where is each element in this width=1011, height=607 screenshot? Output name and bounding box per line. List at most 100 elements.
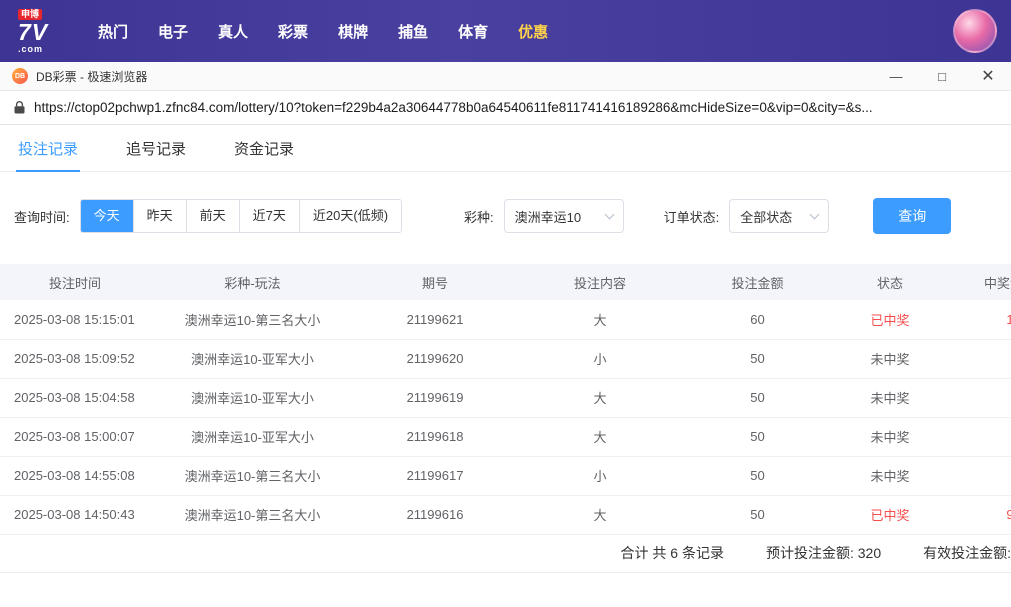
minimize-icon[interactable]: — — [873, 62, 919, 90]
browser-title-bar: DB DB彩票 - 极速浏览器 — □ ✕ — [0, 62, 1011, 91]
bet-content-cell: 小 — [515, 456, 685, 496]
nav-item-lottery[interactable]: 彩票 — [278, 21, 308, 42]
nav-item-hot[interactable]: 热门 — [98, 21, 128, 42]
time-option-daybefore[interactable]: 前天 — [185, 200, 239, 232]
top-nav-bar: 申博 7V .com 热门 电子 真人 彩票 棋牌 捕鱼 体育 优惠 — [0, 0, 1011, 62]
game-type-cell: 澳洲幸运10-亚军大小 — [150, 417, 355, 457]
filter-bar: 查询时间: 今天 昨天 前天 近7天 近20天(低频) 彩种: 澳洲幸运10 订… — [0, 172, 1011, 264]
main-nav: 热门 电子 真人 彩票 棋牌 捕鱼 体育 优惠 — [98, 21, 548, 42]
time-option-7days[interactable]: 近7天 — [238, 200, 299, 232]
bet-amount-cell: 50 — [685, 378, 830, 418]
col-header-win-amount: 中奖金额 — [950, 264, 1011, 300]
lottery-select-label: 彩种: — [464, 209, 494, 225]
tab-fund-records[interactable]: 资金记录 — [232, 125, 296, 171]
time-filter-group: 今天 昨天 前天 近7天 近20天(低频) — [79, 199, 403, 233]
game-type-cell: 澳洲幸运10-第三名大小 — [150, 456, 355, 496]
status-cell: 未中奖 — [830, 456, 950, 496]
expected-amount-text: 预计投注金额: 320 — [766, 543, 881, 563]
bet-content-cell: 大 — [515, 417, 685, 457]
valid-amount-label: 有效投注金额: — [923, 545, 1011, 561]
col-header-status: 状态 — [830, 264, 950, 300]
table-header: 投注时间 彩种-玩法 期号 投注内容 投注金额 状态 中奖金额 — [0, 264, 1011, 300]
total-records-text: 合计 共 6 条记录 — [620, 545, 724, 561]
chevron-down-icon — [604, 209, 615, 219]
site-logo[interactable]: 申博 7V .com — [18, 8, 84, 54]
site-favicon-icon: DB — [12, 68, 28, 84]
url-text: https://ctop02pchwp1.zfnc84.com/lottery/… — [34, 100, 873, 115]
close-icon[interactable]: ✕ — [965, 62, 1011, 90]
col-header-issue: 期号 — [355, 264, 515, 300]
win-amount-cell: 1 — [950, 300, 1011, 340]
lottery-select[interactable]: 澳洲幸运10 — [503, 199, 624, 233]
time-option-today[interactable]: 今天 — [80, 200, 133, 232]
chevron-down-icon — [809, 209, 820, 219]
lottery-select-value: 澳洲幸运10 — [514, 209, 582, 225]
nav-item-promo[interactable]: 优惠 — [518, 21, 548, 42]
record-tabs: 投注记录 追号记录 资金记录 — [0, 125, 1011, 172]
table-row: 2025-03-08 15:09:52 澳洲幸运10-亚军大小 21199620… — [0, 339, 1011, 379]
win-amount-cell — [950, 339, 1011, 379]
nav-item-sports[interactable]: 体育 — [458, 21, 488, 42]
lock-icon — [14, 101, 25, 114]
expected-amount-value: 320 — [857, 545, 882, 561]
expected-amount-label: 预计投注金额: — [765, 545, 854, 561]
col-header-bet-content: 投注内容 — [515, 264, 685, 300]
tab-chase-records[interactable]: 追号记录 — [124, 125, 188, 171]
status-cell: 已中奖 — [830, 495, 950, 535]
maximize-icon[interactable]: □ — [919, 62, 965, 90]
issue-cell: 21199620 — [355, 339, 515, 379]
order-status-value: 全部状态 — [740, 209, 793, 225]
tab-bet-records[interactable]: 投注记录 — [16, 125, 81, 172]
logo-main-text: 7V — [18, 18, 49, 45]
table-row: 2025-03-08 15:00:07 澳洲幸运10-亚军大小 21199618… — [0, 417, 1011, 457]
win-amount-cell: 9 — [950, 495, 1011, 535]
nav-item-chess[interactable]: 棋牌 — [338, 21, 368, 42]
logo-suffix-text: .com — [18, 43, 44, 54]
win-amount-cell — [950, 417, 1011, 457]
game-type-cell: 澳洲幸运10-亚军大小 — [150, 378, 355, 418]
nav-item-live[interactable]: 真人 — [218, 21, 248, 42]
bet-records-table: 投注时间 彩种-玩法 期号 投注内容 投注金额 状态 中奖金额 2025-03-… — [0, 264, 1011, 535]
win-amount-cell — [950, 378, 1011, 418]
bet-content-cell: 大 — [515, 300, 685, 340]
table-row: 2025-03-08 14:55:08 澳洲幸运10-第三名大小 2119961… — [0, 456, 1011, 496]
status-cell: 未中奖 — [830, 417, 950, 457]
status-cell: 未中奖 — [830, 378, 950, 418]
order-status-select[interactable]: 全部状态 — [729, 199, 830, 233]
issue-cell: 21199617 — [355, 456, 515, 496]
bet-content-cell: 大 — [515, 495, 685, 535]
bet-time-cell: 2025-03-08 15:04:58 — [0, 378, 150, 418]
bet-amount-cell: 50 — [685, 417, 830, 457]
table-row: 2025-03-08 14:50:43 澳洲幸运10-第三名大小 2119961… — [0, 495, 1011, 535]
time-option-20days[interactable]: 近20天(低频) — [298, 200, 401, 232]
col-header-bet-time: 投注时间 — [0, 264, 150, 300]
window-controls: — □ ✕ — [873, 62, 1011, 90]
nav-item-fishing[interactable]: 捕鱼 — [398, 21, 428, 42]
table-row: 2025-03-08 15:04:58 澳洲幸运10-亚军大小 21199619… — [0, 378, 1011, 418]
bet-amount-cell: 60 — [685, 300, 830, 340]
summary-bar: 合计 共 6 条记录 预计投注金额: 320 有效投注金额: — [0, 535, 1011, 573]
bet-amount-cell: 50 — [685, 495, 830, 535]
nav-item-electronic[interactable]: 电子 — [158, 21, 188, 42]
window-title: DB彩票 - 极速浏览器 — [36, 69, 148, 84]
time-option-yesterday[interactable]: 昨天 — [132, 200, 186, 232]
user-avatar[interactable] — [953, 9, 997, 53]
col-header-game-type: 彩种-玩法 — [150, 264, 355, 300]
issue-cell: 21199618 — [355, 417, 515, 457]
bet-amount-cell: 50 — [685, 456, 830, 496]
issue-cell: 21199621 — [355, 300, 515, 340]
bet-time-cell: 2025-03-08 14:50:43 — [0, 495, 150, 535]
search-button[interactable]: 查询 — [873, 198, 952, 234]
issue-cell: 21199619 — [355, 378, 515, 418]
bet-content-cell: 大 — [515, 378, 685, 418]
bet-time-cell: 2025-03-08 15:00:07 — [0, 417, 150, 457]
status-cell: 未中奖 — [830, 339, 950, 379]
table-row: 2025-03-08 15:15:01 澳洲幸运10-第三名大小 2119962… — [0, 300, 1011, 340]
bet-time-cell: 2025-03-08 15:09:52 — [0, 339, 150, 379]
time-filter-label: 查询时间: — [14, 209, 70, 225]
game-type-cell: 澳洲幸运10-第三名大小 — [150, 495, 355, 535]
browser-url-bar[interactable]: https://ctop02pchwp1.zfnc84.com/lottery/… — [0, 91, 1011, 125]
status-select-label: 订单状态: — [663, 209, 720, 225]
app-window: 申博 7V .com 热门 电子 真人 彩票 棋牌 捕鱼 体育 优惠 DB DB… — [0, 0, 1011, 607]
bet-content-cell: 小 — [515, 339, 685, 379]
